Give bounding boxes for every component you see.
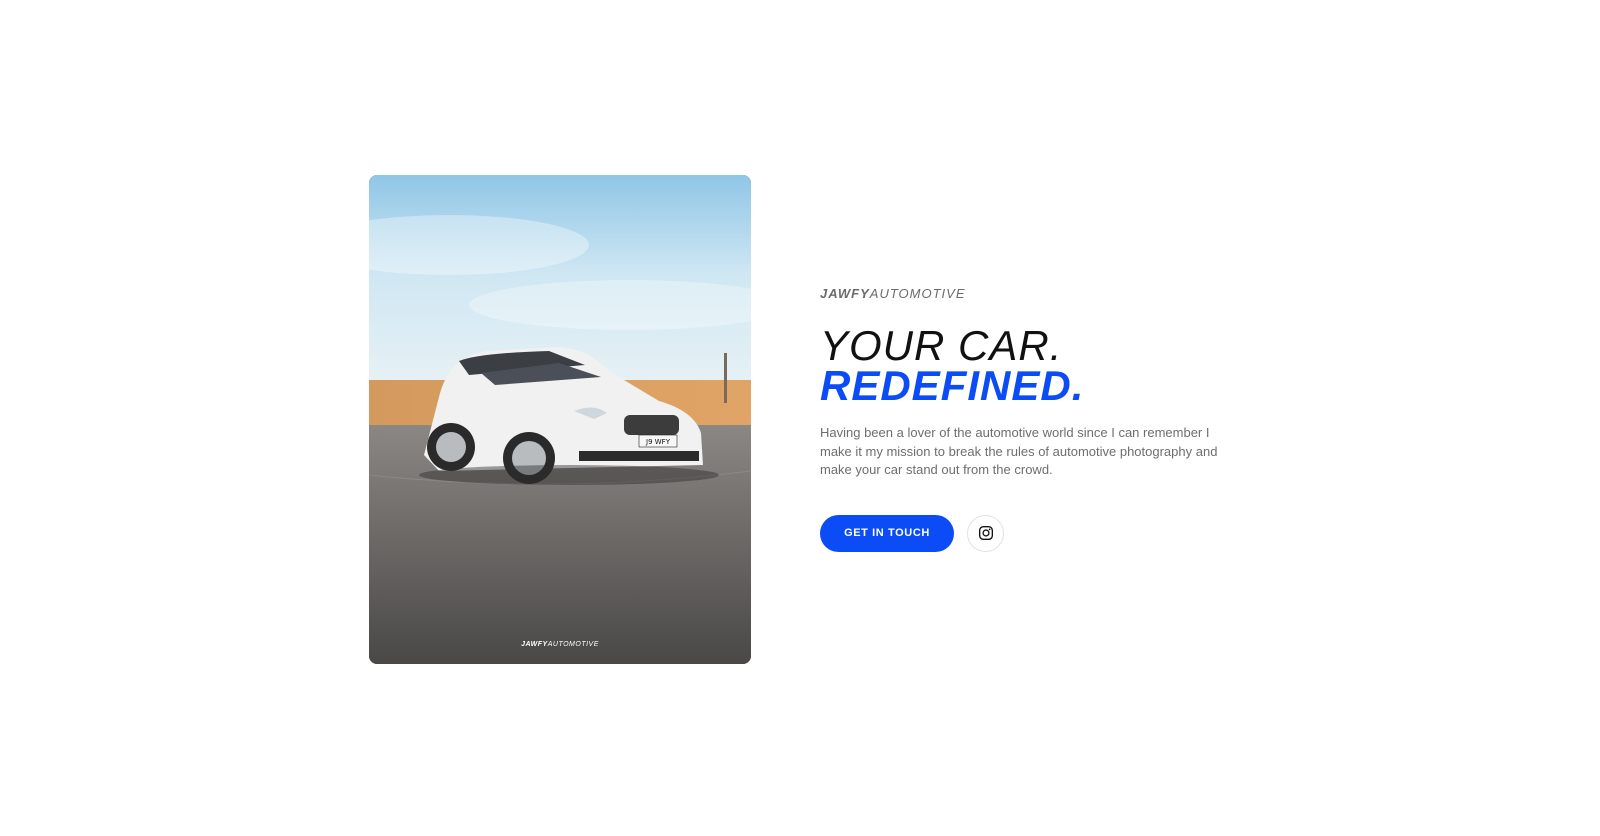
instagram-button[interactable]: [967, 514, 1004, 552]
instagram-icon: [978, 526, 993, 540]
brand-logo: JAWFYAUTOMOTIVE: [820, 286, 1250, 302]
watermark-strong: JAWFY: [521, 641, 548, 648]
watermark-light: AUTOMOTIVE: [547, 641, 599, 648]
plate-text: J9 WFY: [645, 438, 671, 446]
car-photo-illustration: J9 WFY: [369, 175, 751, 664]
page: J9 WFY JAWFYAUTOMOTIVE JAWFYAUTOMOTIVE Y…: [0, 0, 1600, 836]
photo-watermark: JAWFYAUTOMOTIVE: [369, 641, 751, 648]
get-in-touch-button[interactable]: GET IN TOUCH: [820, 514, 954, 552]
hero-description: Having been a lover of the automotive wo…: [820, 425, 1218, 477]
brand-strong: JAWFY: [820, 286, 870, 301]
headline-line-1: YOUR CAR.: [820, 322, 1063, 369]
hero-actions: GET IN TOUCH: [820, 514, 1250, 552]
headline: YOUR CAR. REDEFINED.: [820, 322, 1250, 409]
headline-line-2: REDEFINED.: [820, 362, 1085, 409]
hero-photo: J9 WFY JAWFYAUTOMOTIVE: [369, 175, 751, 664]
hero-content: JAWFYAUTOMOTIVE YOUR CAR. REDEFINED. Hav…: [820, 286, 1250, 552]
brand-light: AUTOMOTIVE: [869, 286, 966, 301]
